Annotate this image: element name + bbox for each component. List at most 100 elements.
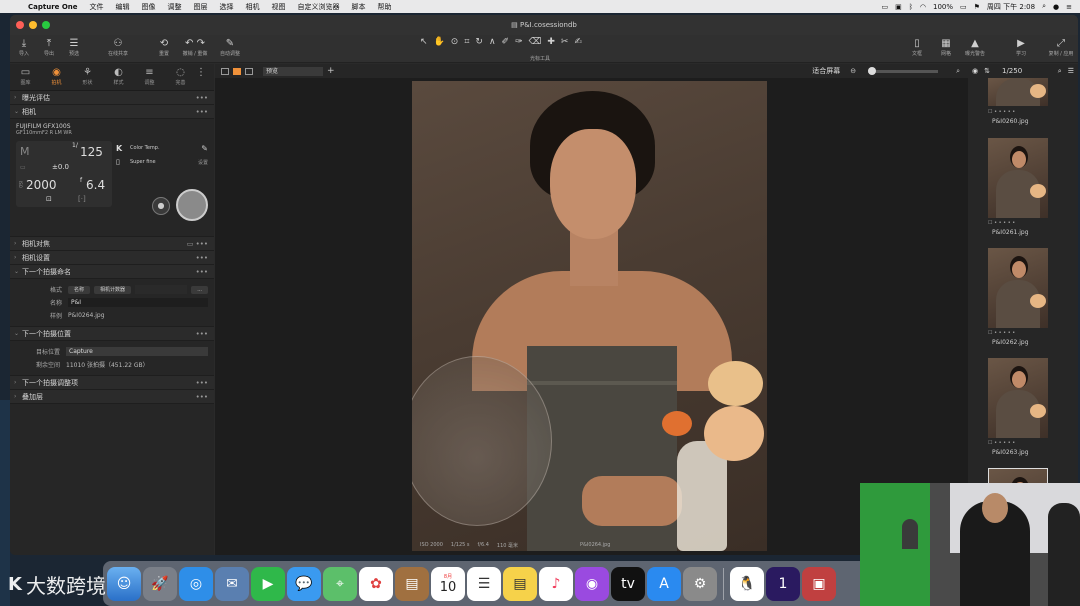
reminders-icon[interactable]: ☰ <box>467 566 501 601</box>
safari-icon[interactable]: ◎ <box>179 566 213 601</box>
menu-camera[interactable]: 相机 <box>240 2 266 12</box>
clone-tool-icon[interactable]: ✂ <box>561 37 569 47</box>
settings-link[interactable]: 设置 <box>198 159 208 166</box>
target-select[interactable]: Capture <box>66 347 208 356</box>
exposure-compensation[interactable]: ±0.0 <box>52 163 69 171</box>
system-preferences-icon[interactable]: ⚙ <box>683 566 717 601</box>
view-mode-select[interactable]: 预览 <box>263 66 323 76</box>
focus-area-icon[interactable]: [·] <box>78 195 86 203</box>
display-icon[interactable]: ▣ <box>895 3 902 11</box>
thumbnail[interactable] <box>988 248 1048 328</box>
facetime-icon[interactable]: ▶ <box>251 566 285 601</box>
compare-view-icon[interactable] <box>245 67 253 75</box>
token-name[interactable]: 名称 <box>68 285 91 294</box>
tab-capture[interactable]: ◉ 拍机 <box>41 64 72 90</box>
browser-filter-icon[interactable]: ☰ <box>1068 67 1074 75</box>
rating-row[interactable]: ☐ • • • • • <box>988 330 1058 336</box>
camera-mode[interactable]: M <box>20 145 30 158</box>
aperture-value[interactable]: 6.4 <box>86 178 105 192</box>
tv-icon[interactable]: tv <box>611 566 645 601</box>
rating-row[interactable]: ☐ • • • • • <box>988 109 1058 115</box>
export-button[interactable]: ⤒ 导出 <box>38 35 60 57</box>
messages-icon[interactable]: 💬 <box>287 566 321 601</box>
more-icon[interactable]: ••• <box>196 268 208 276</box>
thumbnail[interactable] <box>988 358 1048 438</box>
pan-tool-icon[interactable]: ✋ <box>434 37 445 47</box>
erase-tool-icon[interactable]: ⌫ <box>529 37 542 47</box>
auto-adjust-button[interactable]: ✎ 自动调整 <box>215 35 245 57</box>
tab-adjust[interactable]: ≡ 调整 <box>134 64 165 90</box>
wifi-icon[interactable]: ◠ <box>920 3 926 11</box>
format-field[interactable] <box>135 285 188 294</box>
menu-select[interactable]: 选择 <box>214 2 240 12</box>
user-icon[interactable]: ● <box>1053 3 1059 11</box>
zoom-out-icon[interactable]: ⊖ <box>850 67 856 75</box>
control-center-icon[interactable]: ≡ <box>1066 3 1072 11</box>
more-icon[interactable]: ••• <box>196 393 208 401</box>
tab-style[interactable]: ◐ 样式 <box>103 64 134 90</box>
more-icon[interactable]: ••• <box>196 94 208 102</box>
fit-screen-label[interactable]: 适合屏幕 <box>812 66 840 76</box>
pointer-tool-icon[interactable]: ↖ <box>420 37 428 47</box>
finder-icon[interactable]: ☺ <box>107 566 141 601</box>
contacts-icon[interactable]: ▤ <box>395 566 429 601</box>
menu-custom-browser[interactable]: 自定义浏览器 <box>292 2 346 12</box>
mail-stamp-icon[interactable]: ✉ <box>215 566 249 601</box>
zoom-search-icon[interactable]: ⌕ <box>956 67 960 76</box>
section-camera[interactable]: ⌄ 相机 ••• <box>10 105 214 119</box>
notes-icon[interactable]: ▤ <box>503 566 537 601</box>
rating-row[interactable]: ☐ • • • • • <box>988 220 1058 226</box>
sort-icon[interactable]: ⇅ <box>984 67 990 75</box>
tab-finish[interactable]: ◌ 完善 <box>165 64 196 90</box>
annotate-tool-icon[interactable]: ✍ <box>574 37 582 47</box>
more-icon[interactable]: ••• <box>196 379 208 387</box>
menu-adjust[interactable]: 调整 <box>162 2 188 12</box>
section-next-location[interactable]: ⌄ 下一个拍摄位置 ••• <box>10 327 214 341</box>
search-icon[interactable]: ⌕ <box>1042 2 1046 11</box>
rating-row[interactable]: ☐ • • • • • <box>988 440 1058 446</box>
capture-button[interactable] <box>176 189 208 221</box>
heal-tool-icon[interactable]: ✚ <box>547 37 555 47</box>
video-record-button[interactable]: ● <box>152 197 170 215</box>
more-icon[interactable]: ••• <box>196 254 208 262</box>
zoom-slider[interactable] <box>868 66 939 75</box>
single-view-icon[interactable] <box>233 67 241 75</box>
text-button[interactable]: ▯ 文框 <box>904 35 930 57</box>
zoom-slider-knob[interactable] <box>868 66 877 75</box>
more-icon[interactable]: ••• <box>196 330 208 338</box>
copy-apply-button[interactable]: ⤢ 复制 / 应用 <box>1044 35 1078 57</box>
grid-view-icon[interactable] <box>221 67 229 75</box>
eye-icon[interactable]: ◉ <box>972 67 978 75</box>
section-next-adjust[interactable]: › 下一个拍摄调整项 ••• <box>10 376 214 390</box>
menu-script[interactable]: 脚本 <box>346 2 372 12</box>
qq-icon[interactable]: 🐧 <box>730 566 764 601</box>
menu-app-name[interactable]: Capture One <box>22 3 84 11</box>
section-camera-focus[interactable]: › 相机对焦 ▭ ••• <box>10 237 214 251</box>
thumbnail[interactable] <box>988 138 1048 218</box>
screen-icon[interactable]: ▭ <box>881 3 888 11</box>
rotate-tool-icon[interactable]: ↻ <box>475 37 483 47</box>
more-icon[interactable]: ▭ ••• <box>187 240 208 248</box>
menu-help[interactable]: 帮助 <box>372 2 398 12</box>
loupe-tool-icon[interactable]: ⊙ <box>451 37 459 47</box>
undo-redo-button[interactable]: ↶ ↷ 撤销 / 重做 <box>178 35 212 57</box>
main-photo[interactable] <box>412 81 767 551</box>
metering-icon[interactable]: ⊡ <box>46 195 52 203</box>
white-balance-row[interactable]: K Color Temp. ✎ <box>116 141 208 155</box>
browser-search-icon[interactable]: ⌕ <box>1058 67 1062 76</box>
maps-icon[interactable]: ⌖ <box>323 566 357 601</box>
crop-tool-icon[interactable]: ⌗ <box>464 37 469 47</box>
learn-button[interactable]: ▶ 学习 <box>1008 35 1034 57</box>
menu-view[interactable]: 视图 <box>266 2 292 12</box>
grid-button[interactable]: ▦ 网格 <box>933 35 959 57</box>
section-exposure[interactable]: › 曝光评估 ••• <box>10 91 214 105</box>
more-icon[interactable]: ••• <box>196 108 208 116</box>
iso-value[interactable]: 2000 <box>26 178 57 192</box>
token-counter[interactable]: 相机计数器 <box>94 285 132 294</box>
capture-one-icon[interactable]: 1 <box>766 566 800 601</box>
format-more-button[interactable]: ... <box>191 285 208 294</box>
bluetooth-icon[interactable]: ᛒ <box>909 3 913 11</box>
import-button[interactable]: ⤓ 导入 <box>13 35 35 57</box>
quality-row[interactable]: ▯ Super fine 设置 <box>116 155 208 169</box>
picker-icon[interactable]: ✎ <box>201 144 208 153</box>
